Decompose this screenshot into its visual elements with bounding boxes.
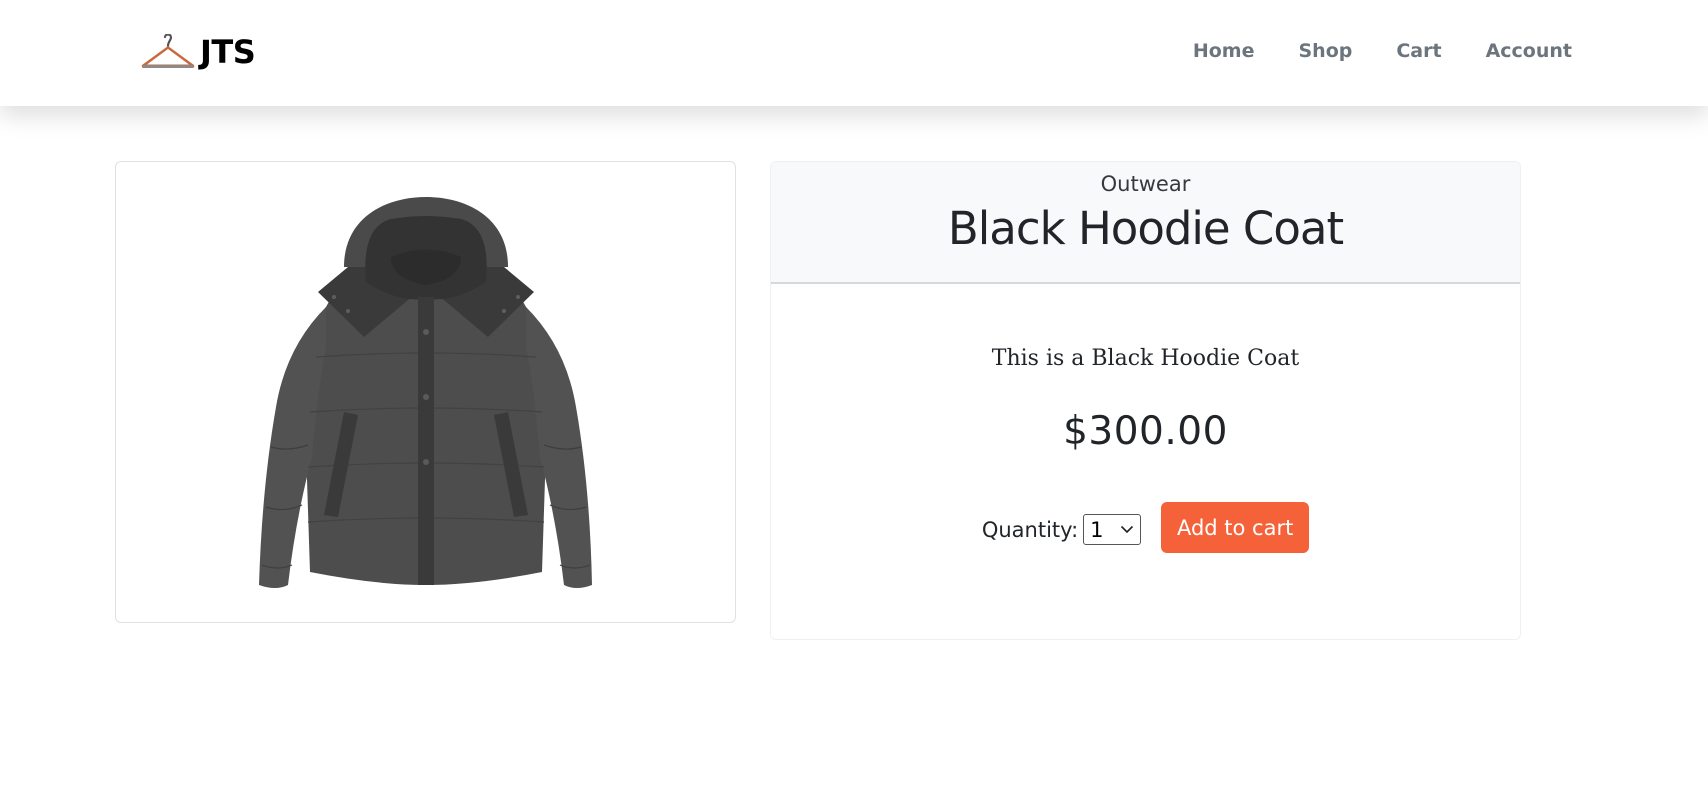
add-to-cart-button[interactable]: Add to cart xyxy=(1161,502,1310,553)
navbar: JTS Home Shop Cart Account xyxy=(0,0,1708,106)
product-description: This is a Black Hoodie Coat xyxy=(991,346,1300,371)
product-header: Outwear Black Hoodie Coat xyxy=(771,162,1520,284)
chevron-down-icon xyxy=(1121,525,1134,534)
product-body: This is a Black Hoodie Coat $300.00 Quan… xyxy=(771,346,1520,553)
brand-name: JTS xyxy=(200,33,256,71)
product-title: Black Hoodie Coat xyxy=(947,202,1344,255)
nav-cart-link[interactable]: Cart xyxy=(1396,40,1441,62)
nav-home-link[interactable]: Home xyxy=(1193,40,1255,62)
purchase-row: Quantity: 1 Add to cart xyxy=(771,502,1520,553)
quantity-label: Quantity: xyxy=(981,517,1079,542)
product-image-card xyxy=(115,161,736,623)
brand-logo-link[interactable]: JTS xyxy=(140,30,256,74)
quantity-select[interactable]: 1 xyxy=(1083,514,1142,545)
main-nav: Home Shop Cart Account xyxy=(1193,34,1572,68)
hoodie-coat-image xyxy=(258,197,592,588)
nav-shop-link[interactable]: Shop xyxy=(1298,40,1352,62)
nav-account-link[interactable]: Account xyxy=(1486,40,1572,62)
product-price: $300.00 xyxy=(1063,409,1228,454)
product-category: Outwear xyxy=(1100,172,1191,196)
quantity-value: 1 xyxy=(1090,517,1104,542)
product-detail-card: Outwear Black Hoodie Coat This is a Blac… xyxy=(770,161,1521,640)
hanger-icon xyxy=(141,34,195,68)
